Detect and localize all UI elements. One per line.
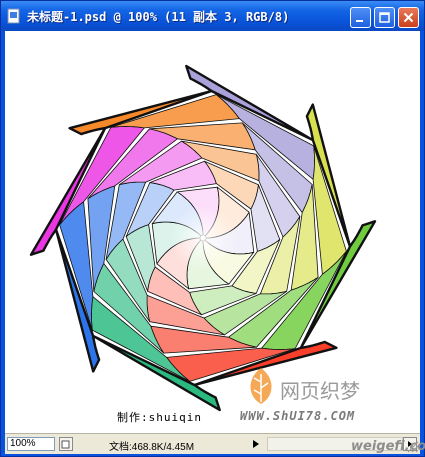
document-size-info: 文档:468.8K/4.45M	[109, 442, 195, 453]
maximize-button[interactable]	[374, 7, 395, 28]
window-title: 未标题-1.psd @ 100% (11 副本 3, RGB/8)	[27, 10, 290, 24]
watermark-brand: 网页织梦	[280, 379, 360, 403]
minimize-icon	[356, 20, 363, 22]
resize-grip-icon[interactable]	[405, 439, 419, 453]
close-button[interactable]	[398, 7, 419, 28]
credit-text: 制作:shuiqin	[117, 411, 202, 424]
spiral-flower-artwork	[29, 64, 377, 412]
page-icon	[61, 440, 70, 449]
title-bar[interactable]: 未标题-1.psd @ 100% (11 副本 3, RGB/8)	[1, 1, 424, 31]
watermark-url: WWW.ShUI78.COM	[240, 409, 356, 423]
watermark-leaf-logo	[250, 368, 272, 404]
document-canvas[interactable]: 网页织梦 制作:shuiqin WWW.ShUI78.COM	[5, 31, 420, 433]
minimize-button[interactable]	[350, 7, 371, 28]
ps-document-icon	[7, 8, 20, 24]
zoom-level-field[interactable]: 100%	[7, 437, 55, 451]
triangle-right-icon	[253, 440, 259, 448]
maximize-icon	[379, 12, 390, 23]
document-window: 未标题-1.psd @ 100% (11 副本 3, RGB/8) 网页织梦 制…	[0, 0, 425, 457]
document-status-button[interactable]	[59, 437, 73, 451]
close-icon	[403, 12, 414, 23]
status-menu-arrow[interactable]	[249, 437, 263, 451]
